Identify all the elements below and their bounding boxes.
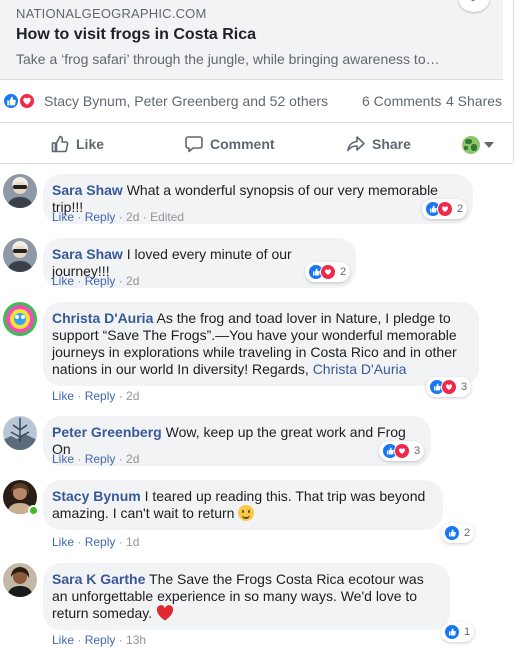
love-icon [18, 92, 36, 110]
commenter-name[interactable]: Stacy Bynum [52, 488, 141, 504]
like-icon [2, 92, 20, 110]
comment-meta: Like · Reply · 2d [52, 274, 140, 288]
heart-emoji-icon [156, 605, 174, 621]
globe-icon [462, 136, 480, 154]
online-status-icon [28, 505, 39, 516]
comment-meta: Like · Reply · 1d [52, 535, 140, 549]
love-icon [320, 264, 336, 280]
comment-button[interactable]: Comment [184, 133, 275, 155]
comment-meta: Like · Reply · 2d [52, 389, 140, 403]
comment-like-link[interactable]: Like [52, 452, 74, 466]
reaction-count: 1 [464, 626, 471, 638]
comment-reactions[interactable]: 2 [422, 199, 468, 219]
share-button[interactable]: Share [346, 133, 411, 155]
share-icon [347, 136, 365, 152]
comment-reply-link[interactable]: Reply [85, 535, 116, 549]
link-domain: NATIONALGEOGRAPHIC.COM [16, 6, 207, 21]
like-icon [444, 624, 460, 640]
reaction-count: 3 [461, 381, 468, 393]
commenter-name[interactable]: Peter Greenberg [52, 424, 162, 440]
reaction-count: 2 [457, 203, 464, 215]
dot-icon [471, 0, 475, 1]
comment-time[interactable]: 2d [126, 452, 139, 466]
like-icon [444, 525, 460, 541]
divider [513, 0, 514, 162]
comment-reply-link[interactable]: Reply [85, 452, 116, 466]
comment-bubble: Christa D'Auria As the frog and toad lov… [43, 302, 479, 386]
love-icon [437, 201, 453, 217]
commenter-name[interactable]: Christa D'Auria [52, 310, 153, 326]
link-preview-card[interactable]: NATIONALGEOGRAPHIC.COM How to visit frog… [0, 0, 503, 80]
like-button[interactable]: Like [50, 133, 104, 155]
caret-down-icon [484, 142, 494, 148]
avatar[interactable] [3, 302, 37, 336]
comment-count-link[interactable]: 6 Comments [362, 93, 441, 109]
comment-bubble: Sara K Garthe The Save the Frogs Costa R… [43, 563, 450, 630]
comment-time[interactable]: 2d [126, 389, 139, 403]
comment-reply-link[interactable]: Reply [85, 210, 116, 224]
comment-meta: Like · Reply · 2d · Edited [52, 210, 185, 224]
comment-like-link[interactable]: Like [52, 274, 74, 288]
comment-like-link[interactable]: Like [52, 210, 74, 224]
like-label: Like [76, 136, 105, 152]
comment-reactions[interactable]: 3 [379, 441, 425, 461]
comment-reactions[interactable]: 2 [441, 523, 475, 543]
comment-like-link[interactable]: Like [52, 389, 74, 403]
comment-edited[interactable]: Edited [150, 210, 184, 224]
comment-time[interactable]: 2d [126, 210, 139, 224]
audience-selector[interactable] [462, 134, 494, 156]
love-icon [394, 443, 410, 459]
link-title[interactable]: How to visit frogs in Costa Rica [16, 26, 256, 44]
love-icon [441, 379, 457, 395]
comment-reactions[interactable]: 1 [441, 622, 475, 642]
avatar[interactable] [3, 416, 37, 450]
commenter-name[interactable]: Sara K Garthe [52, 571, 145, 587]
reactions-summary: Stacy Bynum, Peter Greenberg and 52 othe… [0, 88, 510, 114]
comment-meta: Like · Reply · 13h [52, 633, 147, 647]
comment-reply-link[interactable]: Reply [85, 633, 116, 647]
share-label: Share [372, 136, 411, 152]
reaction-icons[interactable] [2, 91, 42, 111]
more-options-button[interactable] [459, 0, 489, 12]
commenter-name[interactable]: Sara Shaw [52, 246, 123, 262]
reaction-count: 2 [464, 527, 471, 539]
avatar[interactable] [3, 174, 37, 208]
comment-time[interactable]: 2d [126, 274, 139, 288]
reaction-count: 3 [414, 445, 421, 457]
commenter-name[interactable]: Sara Shaw [52, 182, 123, 198]
comment-time[interactable]: 13h [126, 633, 146, 647]
avatar[interactable] [3, 238, 37, 272]
comment-reply-link[interactable]: Reply [85, 389, 116, 403]
link-description: Take a ‘frog safari’ through the jungle,… [16, 51, 440, 67]
avatar[interactable] [3, 563, 37, 597]
reaction-count: 2 [340, 266, 347, 278]
comment-reactions[interactable]: 2 [305, 262, 351, 282]
reaction-names-link[interactable]: Stacy Bynum, Peter Greenberg and 52 othe… [44, 93, 328, 109]
comment-time[interactable]: 1d [126, 535, 139, 549]
smile-emoji-icon [238, 505, 255, 521]
comment-meta: Like · Reply · 2d [52, 452, 140, 466]
comment-bubble: Stacy Bynum I teared up reading this. Th… [43, 480, 443, 530]
comment-icon [185, 136, 203, 153]
comment-label: Comment [210, 136, 275, 152]
comment-reactions[interactable]: 3 [426, 377, 472, 397]
comment-like-link[interactable]: Like [52, 633, 74, 647]
action-bar: Like Comment Share [0, 122, 513, 164]
mention-link[interactable]: Christa D'Auria [313, 361, 407, 377]
comment-reply-link[interactable]: Reply [85, 274, 116, 288]
comment-like-link[interactable]: Like [52, 535, 74, 549]
thumbs-up-icon [51, 135, 69, 153]
share-count-link[interactable]: 4 Shares [446, 93, 502, 109]
